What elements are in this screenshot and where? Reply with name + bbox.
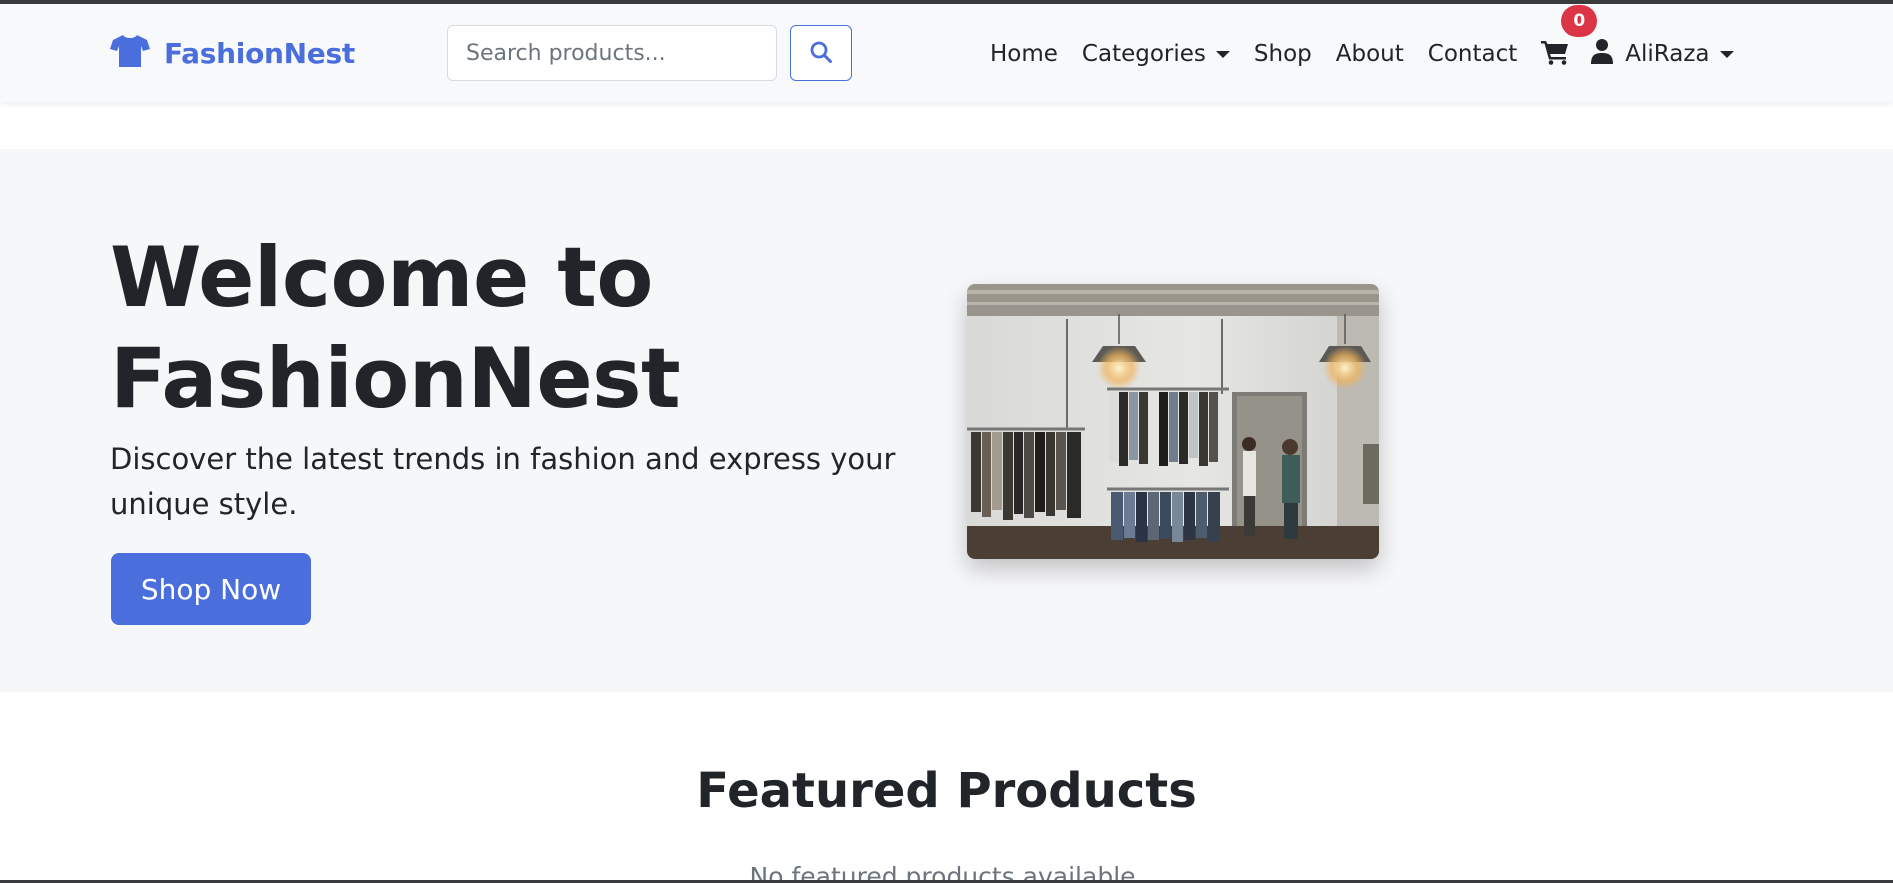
- hero-section: Welcome to FashionNest Discover the late…: [0, 149, 1893, 692]
- chevron-down-icon: [1215, 50, 1230, 58]
- nav-home[interactable]: Home: [990, 41, 1058, 67]
- tshirt-icon: [110, 34, 150, 72]
- navbar: FashionNest Home Categories Shop About C…: [0, 4, 1893, 102]
- search-icon: [809, 40, 833, 67]
- brand-name: FashionNest: [164, 36, 355, 70]
- featured-products-title: Featured Products: [696, 763, 1197, 819]
- hero-title-line2: FashionNest: [110, 330, 681, 427]
- hero-title-line1: Welcome to: [110, 229, 653, 326]
- chevron-down-icon: [1719, 50, 1734, 58]
- nav-about[interactable]: About: [1336, 41, 1404, 67]
- user-icon: [1591, 38, 1625, 70]
- cart-button[interactable]: 0: [1541, 5, 1598, 69]
- cart-icon: [1541, 39, 1569, 69]
- hero-store-image: [967, 284, 1379, 559]
- hero-subtitle: Discover the latest trends in fashion an…: [110, 442, 896, 521]
- search-button[interactable]: [790, 25, 852, 81]
- featured-empty-message: No featured products available.: [749, 862, 1144, 880]
- search-input[interactable]: [447, 25, 777, 81]
- nav-contact[interactable]: Contact: [1428, 41, 1517, 67]
- nav-links: Home Categories Shop About Contact 0 Ali…: [990, 5, 1734, 70]
- page: FashionNest Home Categories Shop About C…: [0, 4, 1893, 880]
- nav-categories-dropdown[interactable]: Categories: [1082, 41, 1230, 67]
- hero-title: Welcome to FashionNest: [110, 227, 681, 429]
- shop-now-button[interactable]: Shop Now: [111, 553, 311, 625]
- cart-count-badge: 0: [1561, 5, 1598, 37]
- brand-link[interactable]: FashionNest: [110, 34, 355, 72]
- user-menu-dropdown[interactable]: AliRaza: [1591, 38, 1734, 70]
- user-name: AliRaza: [1625, 41, 1710, 67]
- nav-shop[interactable]: Shop: [1254, 41, 1312, 67]
- nav-categories-label: Categories: [1081, 41, 1206, 67]
